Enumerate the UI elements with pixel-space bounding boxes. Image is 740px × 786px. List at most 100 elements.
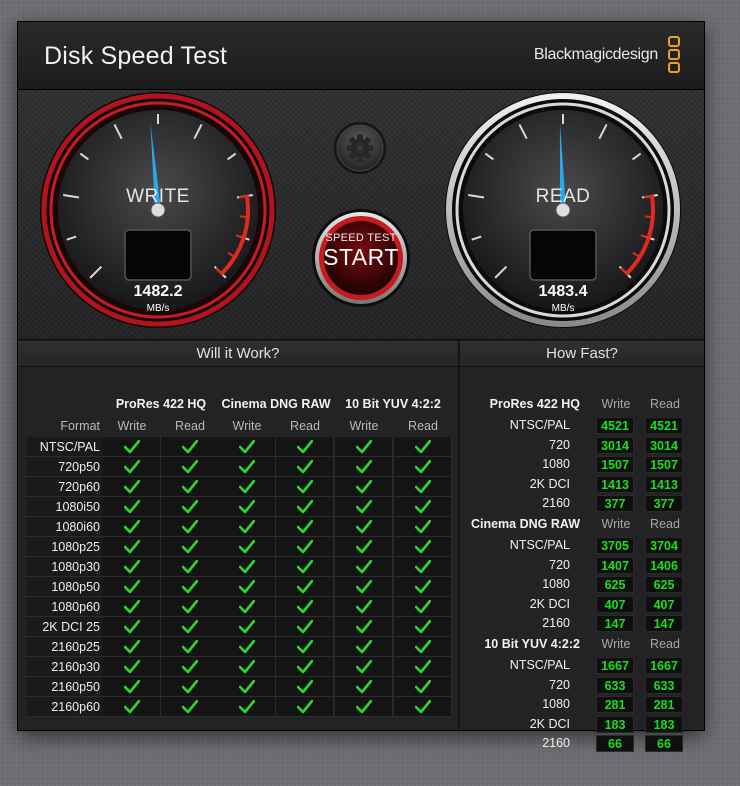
check-icon xyxy=(415,460,431,474)
table-cell xyxy=(103,517,161,537)
how-fast-panel: How Fast? ProRes 422 HQ Write Read NTSC/PAL… xyxy=(460,341,704,753)
table-cell xyxy=(394,457,452,477)
table-cell xyxy=(335,557,393,577)
how-fast-read-value: 3704 xyxy=(645,537,683,554)
table-cell xyxy=(103,537,161,557)
table-cell xyxy=(276,657,334,677)
table-cell xyxy=(161,437,219,457)
table-cell xyxy=(276,517,334,537)
table-cell xyxy=(161,477,219,497)
table-cell xyxy=(161,657,219,677)
table-cell xyxy=(335,697,393,717)
format-label: 720p50 xyxy=(58,460,100,474)
check-icon xyxy=(182,440,198,454)
blackmagic-logo-icon xyxy=(668,36,682,76)
brand-name: Blackmagicdesign xyxy=(533,46,658,63)
table-cell xyxy=(335,477,393,497)
sub-header: Write xyxy=(232,419,262,433)
check-icon xyxy=(182,580,198,594)
check-icon xyxy=(239,620,255,634)
format-label: 2160p25 xyxy=(51,640,100,654)
gear-icon xyxy=(334,122,386,174)
how-fast-read-value: 633 xyxy=(645,676,683,694)
check-icon xyxy=(356,660,372,674)
table-cell xyxy=(276,697,334,717)
check-icon xyxy=(182,500,198,514)
table-cell xyxy=(161,557,219,577)
table-cell xyxy=(103,577,161,597)
how-fast-write-value: 1413 xyxy=(596,475,634,493)
how-fast-write-value: 183 xyxy=(596,715,634,733)
check-icon xyxy=(356,500,372,514)
check-icon xyxy=(415,620,431,634)
check-icon xyxy=(124,660,140,674)
how-fast-write-value: 3014 xyxy=(596,436,634,454)
check-icon xyxy=(415,660,431,674)
table-cell xyxy=(335,537,393,557)
table-cell xyxy=(218,637,276,657)
check-icon xyxy=(297,480,313,494)
check-icon xyxy=(182,600,198,614)
how-fast-group-header: ProRes 422 HQ xyxy=(489,397,580,411)
check-icon xyxy=(356,440,372,454)
table-cell xyxy=(103,697,161,717)
format-header: Format xyxy=(60,419,100,433)
table-cell xyxy=(335,657,393,677)
start-button[interactable]: SPEED TEST START xyxy=(311,208,411,308)
check-icon xyxy=(356,600,372,614)
check-icon xyxy=(124,460,140,474)
check-icon xyxy=(297,700,313,714)
table-cell xyxy=(394,597,452,617)
table-cell xyxy=(103,557,161,577)
settings-button[interactable] xyxy=(332,120,388,176)
check-icon xyxy=(415,520,431,534)
check-icon xyxy=(124,620,140,634)
sub-header: Read xyxy=(408,419,438,433)
table-cell xyxy=(218,557,276,577)
check-icon xyxy=(415,500,431,514)
format-label: 1080i50 xyxy=(55,500,101,514)
table-cell xyxy=(218,657,276,677)
start-button-label: START xyxy=(323,244,399,270)
app-window: × Disk Speed Test Blackmagicdesign WRITE… xyxy=(18,22,704,753)
table-cell xyxy=(103,497,161,517)
table-cell xyxy=(218,437,276,457)
check-icon xyxy=(124,560,140,574)
sub-header: Read xyxy=(290,419,320,433)
check-icon xyxy=(297,660,313,674)
table-cell xyxy=(161,537,219,557)
check-icon xyxy=(239,460,255,474)
table-cell xyxy=(276,557,334,577)
will-it-work-panel: Will it Work? ProRes 422 HQ Cinema DNG RA… xyxy=(18,341,459,730)
read-gauge-unit: MB/s xyxy=(551,303,575,314)
how-fast-read-value: 147 xyxy=(645,615,683,633)
check-icon xyxy=(297,600,313,614)
table-cell xyxy=(394,657,452,677)
header: Disk Speed Test Blackmagicdesign xyxy=(18,22,704,90)
check-icon xyxy=(415,560,431,574)
table-cell xyxy=(161,637,219,657)
write-gauge-value: 1482.2 xyxy=(133,283,183,300)
how-fast-read-value: 4521 xyxy=(645,417,683,434)
table-cell xyxy=(276,437,334,457)
sub-header: Read xyxy=(175,419,205,433)
table-cell xyxy=(335,577,393,597)
table-cell xyxy=(103,617,161,637)
table-cell xyxy=(394,637,452,657)
how-fast-row-label: 720 xyxy=(549,677,570,692)
format-label: 1080p50 xyxy=(51,580,100,594)
table-cell xyxy=(103,597,161,617)
format-label: 2160p30 xyxy=(51,660,100,674)
table-cell xyxy=(161,517,219,537)
check-icon xyxy=(182,640,198,654)
check-icon xyxy=(239,520,255,534)
check-icon xyxy=(124,640,140,654)
table-cell xyxy=(161,497,219,517)
table-cell xyxy=(103,457,161,477)
how-fast-title: How Fast? xyxy=(460,341,704,367)
how-fast-row-label: 2160 xyxy=(542,736,570,751)
check-icon xyxy=(297,540,313,554)
how-fast-write-value: 1667 xyxy=(596,657,634,674)
table-cell xyxy=(335,497,393,517)
how-fast-write-value: 625 xyxy=(596,576,634,594)
